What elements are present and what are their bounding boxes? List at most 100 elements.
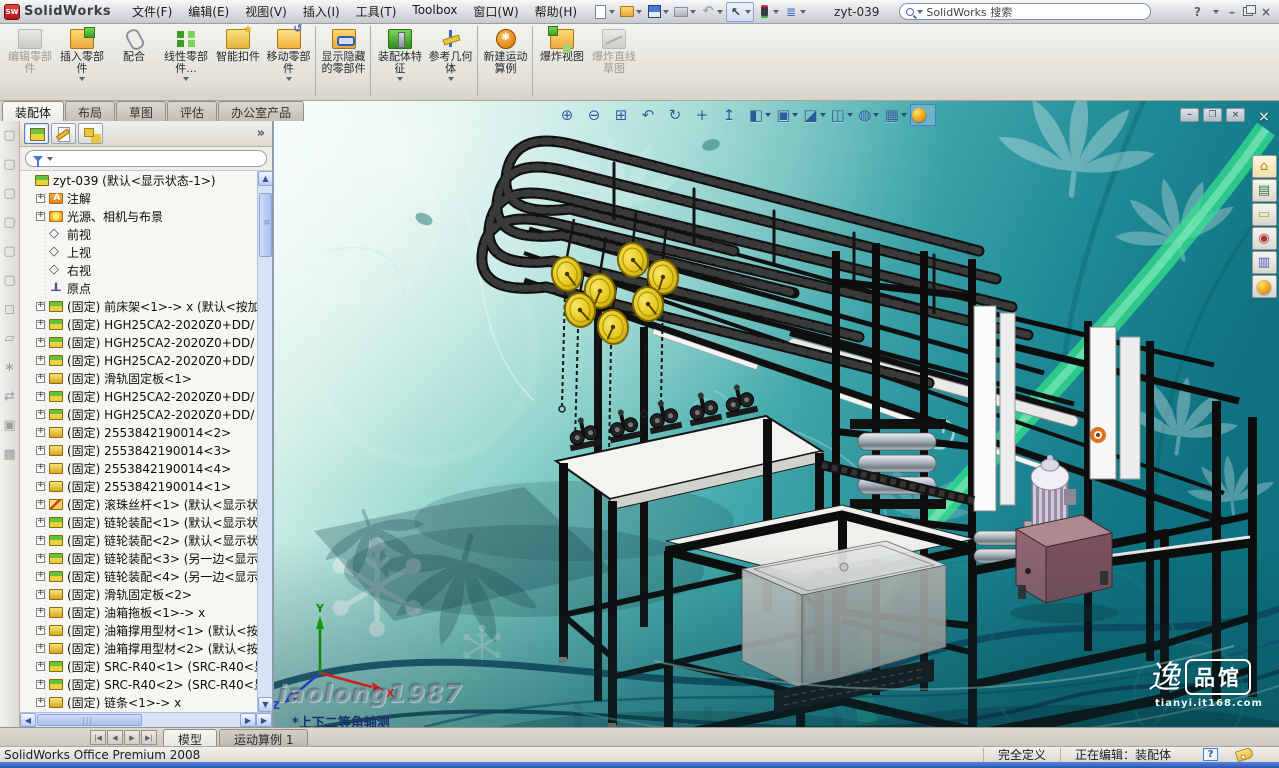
scroll-down-button[interactable]: ▼ xyxy=(258,697,273,712)
tree-item[interactable]: (固定) 油箱撑用型材<2> (默认<按 xyxy=(20,639,257,657)
tree-item[interactable]: 光源、相机与布景 xyxy=(20,207,257,225)
quick-tool-button[interactable] xyxy=(618,2,644,22)
left-toolbar-icon[interactable]: ▢ xyxy=(3,129,15,158)
expand-toggle[interactable] xyxy=(36,697,45,707)
filter-input[interactable] xyxy=(25,150,267,167)
motion-tab[interactable]: 运动算例 1 xyxy=(219,729,309,747)
task-pane-button[interactable]: ▭ xyxy=(1251,203,1277,226)
expand-toggle[interactable] xyxy=(36,301,45,311)
tree-item[interactable]: (固定) HGH25CA2-2020Z0+DD/ E2<2 xyxy=(20,333,257,351)
tree-item[interactable]: (固定) HGH25CA2-2020Z0+DD/ E2<4 xyxy=(20,351,257,369)
command-button[interactable]: 编辑零部件 xyxy=(4,26,56,96)
dropdown-arrow-icon[interactable] xyxy=(846,113,853,117)
menu-item[interactable]: 视图(V) xyxy=(237,0,295,23)
configurationmanager-tab[interactable] xyxy=(78,123,103,144)
command-tab[interactable]: 装配体 xyxy=(2,101,65,121)
command-button[interactable]: 移动零部件 xyxy=(264,23,316,96)
motion-tab[interactable]: 模型 xyxy=(163,729,218,747)
hud-button[interactable]: ⊞ xyxy=(612,104,638,126)
horizontal-scroll-thumb[interactable] xyxy=(37,714,142,726)
expand-toggle[interactable] xyxy=(36,391,45,401)
propertymanager-tab[interactable] xyxy=(51,123,76,144)
dropdown-arrow-icon[interactable] xyxy=(792,113,799,117)
menu-item[interactable]: 帮助(H) xyxy=(527,0,585,23)
left-toolbar-icon[interactable]: ▢ xyxy=(3,245,15,274)
left-toolbar-icon[interactable]: ▣ xyxy=(3,419,15,448)
expand-toggle[interactable] xyxy=(36,517,45,527)
command-button[interactable]: 新建运动算例 xyxy=(481,26,533,96)
dropdown-arrow-icon[interactable] xyxy=(397,77,403,81)
quick-tool-button[interactable] xyxy=(755,2,781,22)
expand-toggle[interactable] xyxy=(36,499,45,509)
quick-tool-button[interactable]: ↖ xyxy=(726,1,755,22)
expand-toggle[interactable] xyxy=(36,643,45,653)
left-toolbar-icon[interactable]: ⇄ xyxy=(4,390,15,419)
tree-item[interactable]: (固定) 2553842190014<3> xyxy=(20,441,257,459)
tree-item[interactable]: (固定) 滑轨固定板<1> xyxy=(20,369,257,387)
tree-item[interactable]: (固定) SRC-R40<2> (SRC-R40<显示 xyxy=(20,675,257,693)
command-button[interactable]: 参考几何体 xyxy=(426,26,478,96)
prev-study-button[interactable]: ◀ xyxy=(107,730,123,745)
command-tab[interactable]: 草图 xyxy=(116,101,167,121)
dropdown-arrow-icon[interactable] xyxy=(663,9,670,14)
dropdown-arrow-icon[interactable] xyxy=(609,9,616,14)
minimize-button[interactable]: – xyxy=(1229,6,1235,18)
help-button[interactable]: ? xyxy=(1194,6,1201,18)
command-button[interactable]: 显示隐藏的零部件 xyxy=(319,26,371,96)
hud-button[interactable]: ◪ xyxy=(801,104,827,126)
tree-item[interactable]: zyt-039 (默认<显示状态-1>) xyxy=(20,171,257,189)
expand-toggle[interactable] xyxy=(36,589,45,599)
graphics-viewport[interactable]: Y X Z ⊕ ⊖ ⊞ ↶ ↻ + ↥ ◧ ▣ ◪ ◫ ◍ ▦ – ❐ × × … xyxy=(274,101,1279,727)
task-pane-button[interactable]: ▤ xyxy=(1251,179,1277,202)
tree-item[interactable]: (固定) 前床架<1>-> x (默认<按加 xyxy=(20,297,257,315)
scroll-right-button[interactable]: ▶ xyxy=(240,713,256,727)
doc-minimize-button[interactable]: – xyxy=(1180,108,1199,122)
hud-button[interactable]: ↥ xyxy=(720,104,746,126)
tree-item[interactable]: 注解 xyxy=(20,189,257,207)
left-toolbar-icon[interactable]: ▩ xyxy=(3,448,15,477)
tree-item[interactable]: (固定) 链条<1>-> x xyxy=(20,693,257,711)
command-tab[interactable]: 评估 xyxy=(167,101,218,121)
expand-toggle[interactable] xyxy=(36,661,45,671)
expand-toggle[interactable] xyxy=(36,535,45,545)
command-button[interactable]: 爆炸视图 xyxy=(536,26,588,96)
left-toolbar-icon[interactable]: ▢ xyxy=(3,187,15,216)
expand-toggle[interactable] xyxy=(36,679,45,689)
dropdown-arrow-icon[interactable] xyxy=(745,9,752,14)
menu-item[interactable]: 编辑(E) xyxy=(180,0,237,23)
dropdown-arrow-icon[interactable] xyxy=(873,113,880,117)
vertical-scrollbar[interactable]: ▲ ▼ xyxy=(257,171,273,712)
tree-item[interactable]: (固定) 油箱拖板<1>-> x xyxy=(20,603,257,621)
doc-restore-button[interactable]: ❐ xyxy=(1203,108,1222,122)
expand-toggle[interactable] xyxy=(36,553,45,563)
doc-close-button[interactable]: × xyxy=(1226,108,1245,122)
horizontal-scrollbar[interactable]: ◀ ▶ ▶ xyxy=(20,712,272,727)
quick-tool-button[interactable] xyxy=(591,2,617,22)
hud-button[interactable]: ⊖ xyxy=(585,104,611,126)
scroll-up-button[interactable]: ▲ xyxy=(258,171,273,186)
task-pane-button[interactable] xyxy=(1251,275,1277,298)
task-pane-close-icon[interactable]: × xyxy=(1258,109,1270,125)
dropdown-arrow-icon[interactable] xyxy=(285,77,292,81)
tree-item[interactable]: (固定) 2553842190014<1> xyxy=(20,477,257,495)
dropdown-arrow-icon[interactable] xyxy=(773,9,780,14)
menu-item[interactable]: 文件(F) xyxy=(124,0,180,23)
search-dropdown-arrow-icon[interactable] xyxy=(917,9,924,14)
tree-item[interactable]: (固定) 链轮装配<1> (默认<显示状 xyxy=(20,513,257,531)
tree-item[interactable]: (固定) 油箱撑用型材<1> (默认<按 xyxy=(20,621,257,639)
command-button[interactable]: 配合 xyxy=(108,26,160,96)
tree-item[interactable]: (固定) 滑轨固定板<2> xyxy=(20,585,257,603)
expand-toggle[interactable] xyxy=(36,445,45,455)
command-tab[interactable]: 办公室产品 xyxy=(218,101,305,121)
expand-toggle[interactable] xyxy=(36,373,45,383)
hud-button[interactable]: + xyxy=(693,104,719,126)
tree-item[interactable]: (固定) HGH25CA2-2020Z0+DD/ E2<5 xyxy=(20,387,257,405)
command-button[interactable]: 智能扣件 xyxy=(212,24,264,96)
expand-toggle[interactable] xyxy=(36,319,45,329)
expand-toggle[interactable] xyxy=(36,193,45,203)
tree-item[interactable]: (固定) HGH25CA2-2020Z0+DD/ E2<1 xyxy=(20,315,257,333)
restore-button[interactable] xyxy=(1242,5,1256,16)
tree-item[interactable]: 前视 xyxy=(20,225,257,243)
quick-tool-button[interactable]: ≣ xyxy=(782,2,808,22)
task-pane-button[interactable]: ◉ xyxy=(1251,227,1277,250)
